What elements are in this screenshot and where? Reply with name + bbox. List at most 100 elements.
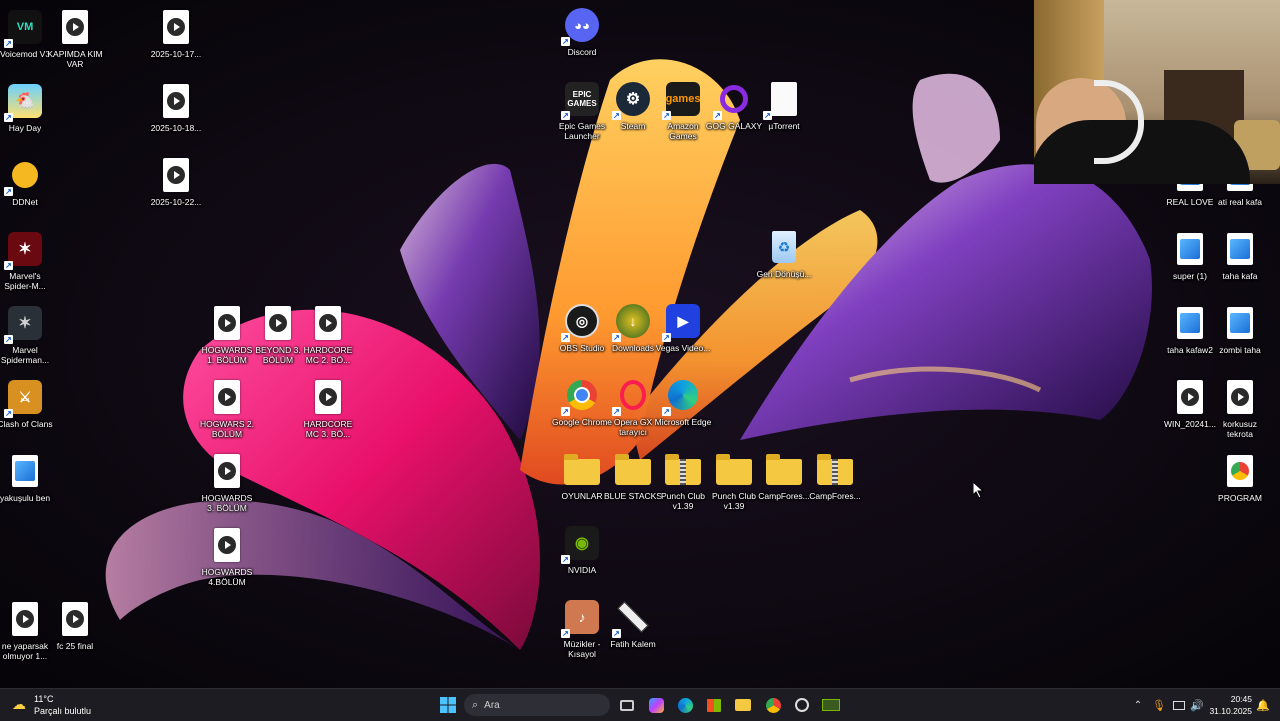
microphone-icon: 🎙: [1152, 699, 1166, 712]
desktop-icon-utorrent[interactable]: ↗ µTorrent: [756, 80, 812, 131]
desktop-icon-yakusulu-ben[interactable]: yakuşulu ben: [0, 452, 53, 503]
desktop-icon-video-1022[interactable]: 2025-10-22...: [148, 156, 204, 207]
desktop-icon-google-chrome[interactable]: ↗ Google Chrome: [552, 376, 612, 427]
desktop-icon-nvidia[interactable]: ◉ ↗ NVIDIA: [554, 524, 610, 575]
icon-label: Fatih Kalem: [610, 639, 656, 649]
vegas-icon: ▶ ↗: [662, 302, 702, 342]
desktop-icon-taha-kafa[interactable]: taha kafa: [1212, 230, 1268, 281]
folder-icon: [765, 450, 803, 488]
weather-widget[interactable]: ☁ 11°C Parçalı bulutlu: [10, 692, 120, 718]
tray-volume[interactable]: 🔊: [1186, 694, 1208, 716]
desktop-icon-hogwards-1[interactable]: HOGWARDS 1. BÖLÜM: [199, 304, 255, 365]
desktop-icon-program[interactable]: PROGRAM: [1212, 452, 1268, 503]
desktop-icon-video-1018[interactable]: 2025-10-18...: [148, 82, 204, 133]
icon-label: Geri Dönüşü...: [756, 269, 812, 279]
desktop-zip-campfores-2[interactable]: CampFores...: [807, 450, 863, 501]
image-file-icon: [1221, 304, 1259, 342]
video-file-icon: [56, 600, 94, 638]
tray-notifications[interactable]: 🔔: [1252, 694, 1274, 716]
search-placeholder: Ara: [484, 699, 500, 711]
icon-label: HOGWARDS 3. BÖLÜM: [201, 493, 253, 513]
desktop-icon-video-1017[interactable]: 2025-10-17...: [148, 8, 204, 59]
weather-desc: Parçalı bulutlu: [34, 706, 92, 716]
icon-label: HOGWARS 2. BÖLÜM: [200, 419, 254, 439]
icon-label: HARDCORE MC 2. BÖ...: [303, 345, 353, 365]
clock-date: 31.10.2025: [1209, 706, 1252, 716]
desktop-icon-kapimda[interactable]: KAPIMDA KIM VAR: [47, 8, 103, 69]
windows-icon: [440, 697, 456, 713]
chrome-icon: ↗: [561, 376, 601, 416]
taskbar-search[interactable]: ⌕ Ara: [464, 694, 610, 716]
taskbar-file-explorer[interactable]: [732, 694, 754, 716]
icon-label: HOGWARDS 4.BÖLÜM: [201, 567, 253, 587]
desktop-folder-campfores-1[interactable]: CampFores...: [756, 450, 812, 501]
desktop-icon-marvel-spiderman[interactable]: ✶ ↗ Marvel Spiderman...: [0, 304, 53, 365]
desktop-zip-punch-club-1[interactable]: Punch Club v1.39: [655, 450, 711, 511]
video-file-icon: [309, 304, 347, 342]
search-icon: ⌕: [472, 698, 479, 711]
desktop-icon-hardcore-3[interactable]: HARDCORE MC 3. BÖ...: [300, 378, 356, 439]
task-view-button[interactable]: [616, 694, 638, 716]
desktop-folder-punch-club-2[interactable]: Punch Club v1.39: [706, 450, 762, 511]
ddnet-icon: ↗: [4, 156, 44, 196]
opera-gx-icon: ↗: [612, 376, 652, 416]
desktop-icon-vegas[interactable]: ▶ ↗ Vegas Video...: [655, 302, 711, 353]
amazon-games-icon: games ↗: [662, 80, 702, 120]
taskbar-nvidia[interactable]: [820, 694, 842, 716]
icon-label: ati real kafa: [1218, 197, 1262, 207]
tray-microphone[interactable]: 🎙: [1148, 694, 1170, 716]
desktop-icon-zombi-taha[interactable]: zombi taha: [1212, 304, 1268, 355]
icon-label: Clash of Clans: [0, 419, 53, 429]
desktop-icon-spiderman[interactable]: ✶ ↗ Marvel's Spider-M...: [0, 230, 53, 291]
icon-label: NVIDIA: [567, 565, 597, 575]
desktop-icon-clash-of-clans[interactable]: ⚔ ↗ Clash of Clans: [0, 378, 53, 429]
desktop-icon-discord[interactable]: ◕◕ ↗ Discord: [554, 6, 610, 57]
desktop-icon-obs-studio[interactable]: ◎ ↗ OBS Studio: [554, 302, 610, 353]
desktop-icon-microsoft-edge[interactable]: ↗ Microsoft Edge: [655, 376, 711, 427]
icon-label: Marvel Spiderman...: [0, 345, 50, 365]
desktop-icon-hogwars-2[interactable]: HOGWARS 2. BÖLÜM: [199, 378, 255, 439]
voicemod-icon: VM ↗: [4, 8, 44, 48]
tray-overflow-button[interactable]: ⌃: [1127, 694, 1149, 716]
desktop-icon-fatih-kalem[interactable]: ↗ Fatih Kalem: [605, 598, 661, 649]
desktop-icon-fc25[interactable]: fc 25 final: [47, 600, 103, 651]
zip-folder-icon: [664, 450, 702, 488]
epic-games-icon: EPIC GAMES ↗: [561, 80, 601, 120]
icon-label: fc 25 final: [56, 641, 94, 651]
taskbar-store[interactable]: [703, 694, 725, 716]
desktop-icon-epic-games[interactable]: EPIC GAMES ↗ Epic Games Launcher: [554, 80, 610, 141]
desktop-icon-hogwards-4[interactable]: HOGWARDS 4.BÖLÜM: [199, 526, 255, 587]
desktop-icon-hay-day[interactable]: 🐔 ↗ Hay Day: [0, 82, 53, 133]
chevron-up-icon: ⌃: [1133, 699, 1143, 711]
task-view-icon: [620, 699, 634, 711]
desktop-icon-korkusuz[interactable]: korkusuz tekrota: [1212, 378, 1268, 439]
notification-bell-icon: 🔔: [1256, 699, 1270, 712]
taskbar-obs[interactable]: [791, 694, 813, 716]
desktop-icon-amazon-games[interactable]: games ↗ Amazon Games: [655, 80, 711, 141]
desktop-icon-ne-yaparsak[interactable]: ne yaparsak olmuyor 1...: [0, 600, 53, 661]
epic-games-logo-text: EPIC GAMES: [565, 82, 599, 116]
desktop-icon-opera-gx[interactable]: ↗ Opera GX tarayıcı: [605, 376, 661, 437]
obs-icon: [795, 698, 809, 712]
folder-icon: [715, 450, 753, 488]
network-icon: [1173, 700, 1185, 710]
image-file-icon: [1171, 304, 1209, 342]
desktop-icon-muzikler[interactable]: ♪ ↗ Müzikler - Kısayol: [554, 598, 610, 659]
discord-icon: ◕◕ ↗: [561, 6, 601, 46]
icon-label: DDNet: [12, 197, 38, 207]
desktop-icon-hogwards-3[interactable]: HOGWARDS 3. BÖLÜM: [199, 452, 255, 513]
icon-label: µTorrent: [768, 121, 800, 131]
taskbar-chrome[interactable]: [762, 694, 784, 716]
desktop-icon-hardcore-2[interactable]: HARDCORE MC 2. BÖ...: [300, 304, 356, 365]
taskbar-copilot[interactable]: [645, 694, 667, 716]
spiderman-icon: ✶ ↗: [4, 304, 44, 344]
start-button[interactable]: [437, 694, 459, 716]
tray-clock[interactable]: 20:45 31.10.2025: [1206, 693, 1252, 717]
taskbar-edge[interactable]: [674, 694, 696, 716]
weather-temp: 11°C: [34, 694, 54, 704]
desktop-folder-oyunlar[interactable]: OYUNLAR: [554, 450, 610, 501]
desktop-icon-recycle-bin[interactable]: ♻ Geri Dönüşü...: [756, 228, 812, 279]
icon-label: yakuşulu ben: [0, 493, 51, 503]
icon-label: Marvel's Spider-M...: [4, 271, 46, 291]
desktop-icon-ddnet[interactable]: ↗ DDNet: [0, 156, 53, 207]
